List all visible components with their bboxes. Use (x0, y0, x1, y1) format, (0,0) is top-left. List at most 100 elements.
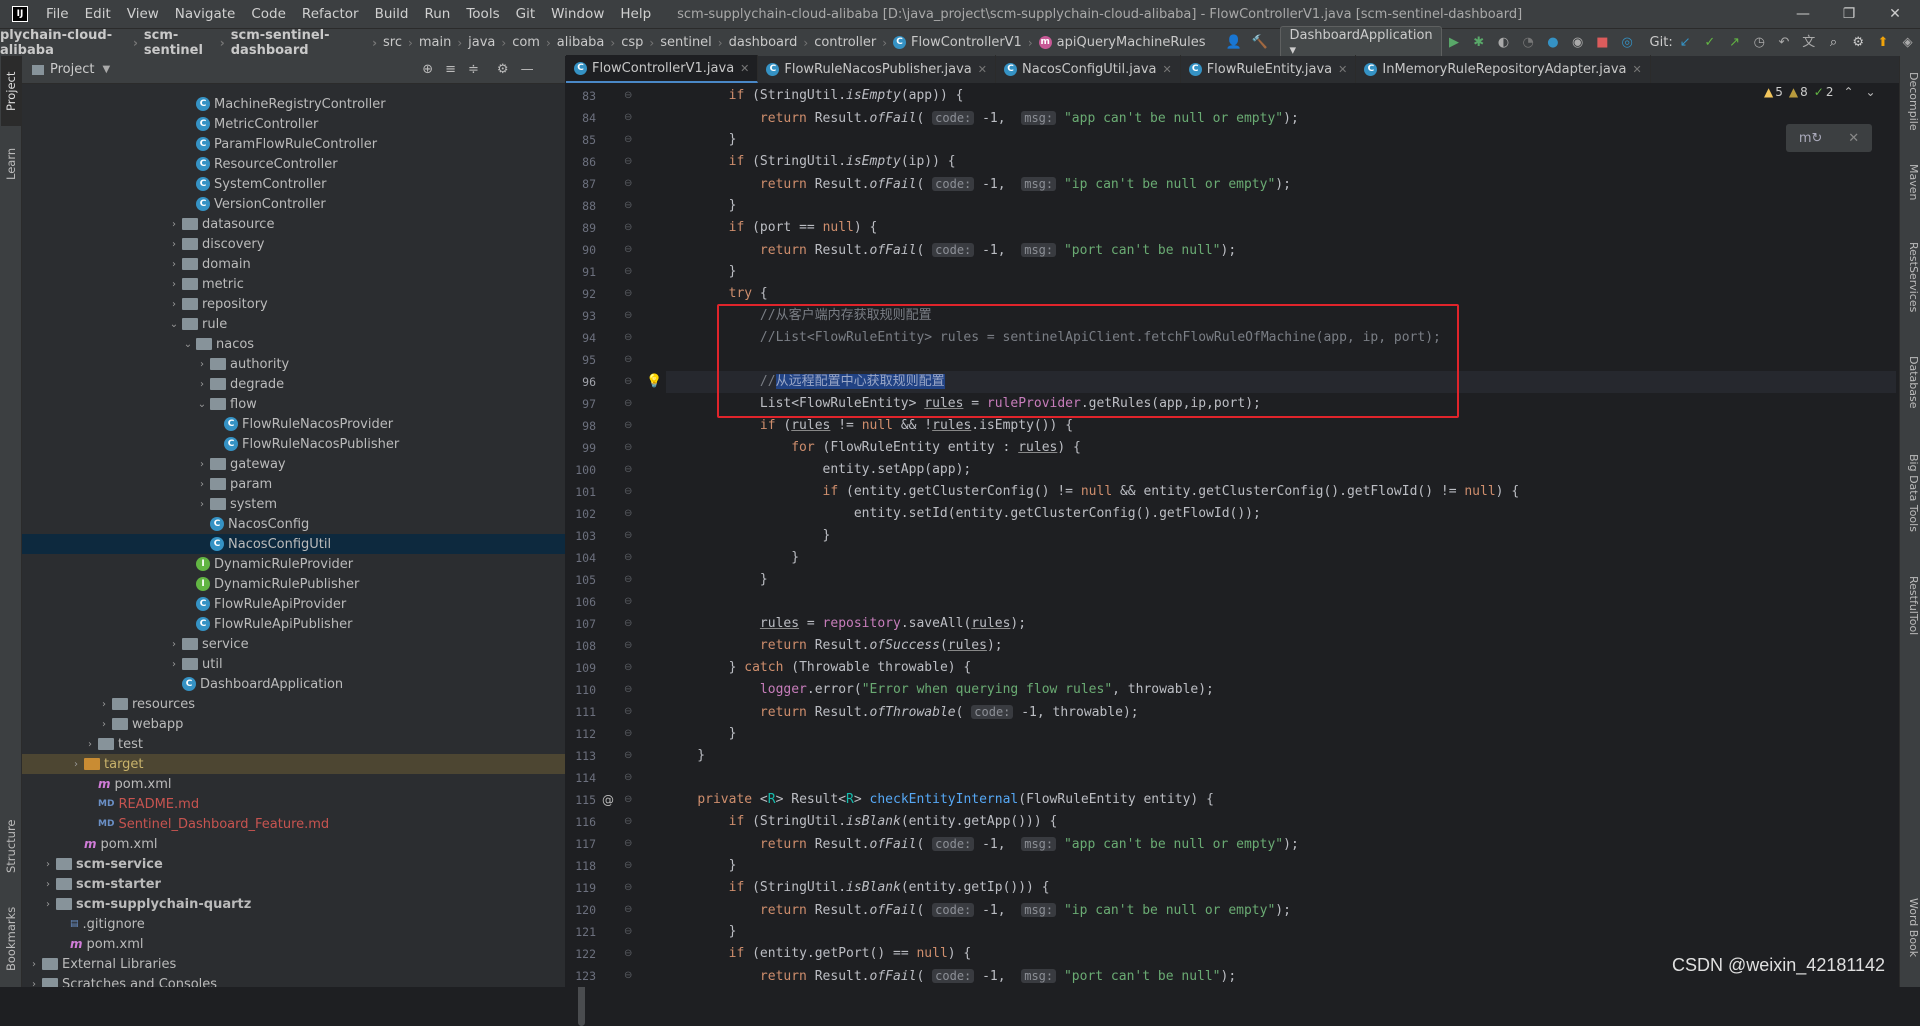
git-update-icon[interactable]: ↙ (1678, 35, 1693, 51)
more-run-icon[interactable]: ◉ (1570, 35, 1585, 51)
tree-item[interactable]: m pom.xml (22, 774, 565, 794)
crumb-item[interactable]: sentinel › (660, 35, 728, 50)
restfultool-tab[interactable]: RestfulTool (1901, 576, 1920, 662)
editor-tab[interactable]: C FlowRuleNacosPublisher.java ✕ (758, 55, 996, 83)
crumb-item[interactable]: alibaba › (557, 35, 621, 50)
locate-icon[interactable]: ⊕ (422, 62, 433, 77)
tree-item[interactable]: C VersionController (22, 194, 565, 214)
bookmarks-tool-tab[interactable]: Bookmarks (1, 894, 21, 984)
tree-item[interactable]: C FlowRuleApiPublisher (22, 614, 565, 634)
fold-marker-icon[interactable]: ⊖ (624, 239, 634, 261)
fold-marker-icon[interactable]: ⊖ (624, 657, 634, 679)
crumb-item[interactable]: C FlowControllerV1 › (893, 35, 1039, 50)
attach-icon[interactable]: ● (1546, 35, 1561, 51)
fold-marker-icon[interactable]: ⊖ (624, 811, 634, 833)
chevron-down-icon[interactable]: ⌄ (1866, 85, 1876, 99)
crumb-item[interactable]: dashboard › (729, 35, 815, 50)
fold-marker-icon[interactable]: ⊖ (624, 481, 634, 503)
chevron-right-icon[interactable]: › (40, 859, 56, 870)
tree-item[interactable]: I DynamicRuleProvider (22, 554, 565, 574)
fold-marker-icon[interactable]: ⊖ (624, 701, 634, 723)
project-tool-tab[interactable]: Project (1, 56, 21, 126)
crumb-item[interactable]: scm-sentinel-dashboard › (231, 28, 383, 58)
run-icon[interactable]: ▶ (1447, 35, 1462, 51)
crumb-item[interactable]: plychain-cloud-alibaba › (0, 28, 144, 58)
fold-marker-icon[interactable]: ⊖ (624, 877, 634, 899)
menu-code[interactable]: Code (243, 6, 294, 22)
tree-item[interactable]: m pom.xml (22, 834, 565, 854)
close-tab-icon[interactable]: ✕ (1338, 63, 1347, 76)
tree-item[interactable]: › system (22, 494, 565, 514)
crumb-item[interactable]: csp › (621, 35, 660, 50)
fold-marker-icon[interactable]: ⊖ (624, 173, 634, 195)
build-hammer-icon[interactable]: 🔨 (1251, 35, 1267, 51)
tree-item[interactable]: › target (22, 754, 565, 774)
learn-tool-tab[interactable]: Learn (1, 136, 21, 192)
coverage-icon[interactable]: ◐ (1496, 35, 1511, 51)
fold-marker-icon[interactable]: ⊖ (624, 503, 634, 525)
chevron-down-icon[interactable]: ⌄ (194, 399, 210, 410)
chevron-right-icon[interactable]: › (40, 899, 56, 910)
tree-item[interactable]: › gateway (22, 454, 565, 474)
fold-marker-icon[interactable]: ⊖ (624, 679, 634, 701)
profile-icon[interactable]: ◔ (1521, 35, 1536, 51)
tree-item[interactable]: C ParamFlowRuleController (22, 134, 565, 154)
menu-help[interactable]: Help (612, 6, 659, 22)
fold-marker-icon[interactable]: ⊖ (624, 327, 634, 349)
fold-marker-icon[interactable]: ⊖ (624, 943, 634, 965)
chevron-right-icon[interactable]: › (166, 299, 182, 310)
minimize-icon[interactable]: — (1780, 0, 1826, 28)
maven-tool-tab[interactable]: Maven (1901, 164, 1920, 224)
tree-item[interactable]: › degrade (22, 374, 565, 394)
expand-all-icon[interactable]: ≡ (445, 62, 456, 77)
restore-icon[interactable]: ❐ (1826, 0, 1872, 28)
tree-item[interactable]: › test (22, 734, 565, 754)
close-icon[interactable]: ✕ (1872, 0, 1918, 28)
tree-item[interactable]: ⌄ flow (22, 394, 565, 414)
tree-item[interactable]: MD Sentinel_Dashboard_Feature.md (22, 814, 565, 834)
tree-item[interactable]: C FlowRuleNacosProvider (22, 414, 565, 434)
menu-tools[interactable]: Tools (458, 6, 507, 22)
tree-item[interactable]: › util (22, 654, 565, 674)
fold-marker-icon[interactable]: ⊖ (624, 745, 634, 767)
project-panel-title[interactable]: Project (50, 62, 94, 77)
fold-marker-icon[interactable]: ⊖ (624, 723, 634, 745)
chevron-right-icon[interactable]: › (96, 699, 112, 710)
structure-tool-tab[interactable]: Structure (1, 806, 21, 886)
tree-item[interactable]: C FlowRuleNacosPublisher (22, 434, 565, 454)
crumb-item[interactable]: com › (512, 35, 557, 50)
chevron-right-icon[interactable]: › (96, 719, 112, 730)
close-tab-icon[interactable]: ✕ (978, 63, 987, 76)
chevron-right-icon[interactable]: › (82, 739, 98, 750)
update-icon[interactable]: ⬆ (1876, 35, 1891, 51)
fold-marker-icon[interactable]: ⊖ (624, 349, 634, 371)
editor-tab[interactable]: C FlowControllerV1.java ✕ (566, 55, 759, 83)
fold-marker-icon[interactable]: ⊖ (624, 415, 634, 437)
chevron-right-icon[interactable]: › (40, 879, 56, 890)
fold-marker-icon[interactable]: ⊖ (624, 547, 634, 569)
menu-navigate[interactable]: Navigate (167, 6, 244, 22)
chevron-down-icon[interactable]: ⌄ (166, 319, 182, 330)
fold-marker-icon[interactable]: ⊖ (624, 217, 634, 239)
search-icon[interactable]: ⌕ (1826, 35, 1841, 51)
chevron-right-icon[interactable]: › (194, 459, 210, 470)
tree-item[interactable]: › metric (22, 274, 565, 294)
fold-marker-icon[interactable]: ⊖ (624, 525, 634, 547)
lightbulb-icon[interactable]: 💡 (646, 371, 662, 393)
chevron-right-icon[interactable]: › (166, 279, 182, 290)
fold-marker-icon[interactable]: ⊖ (624, 371, 634, 393)
fold-marker-icon[interactable]: ⊖ (624, 393, 634, 415)
fold-marker-icon[interactable]: ⊖ (624, 129, 634, 151)
tree-item[interactable]: C NacosConfig (22, 514, 565, 534)
fold-marker-icon[interactable]: ⊖ (624, 591, 634, 613)
fold-marker-icon[interactable]: ⊖ (624, 767, 634, 789)
fold-marker-icon[interactable]: ⊖ (624, 459, 634, 481)
menu-view[interactable]: View (119, 6, 167, 22)
tree-item[interactable]: ⌄ rule (22, 314, 565, 334)
crumb-item[interactable]: scm-sentinel › (144, 28, 231, 58)
crumb-item[interactable]: src › (383, 35, 419, 50)
git-push-icon[interactable]: ↗ (1727, 35, 1742, 51)
hide-panel-icon[interactable]: — (521, 62, 534, 77)
fold-marker-icon[interactable]: ⊖ (624, 107, 634, 129)
user-icon[interactable]: 👤 (1225, 35, 1241, 51)
